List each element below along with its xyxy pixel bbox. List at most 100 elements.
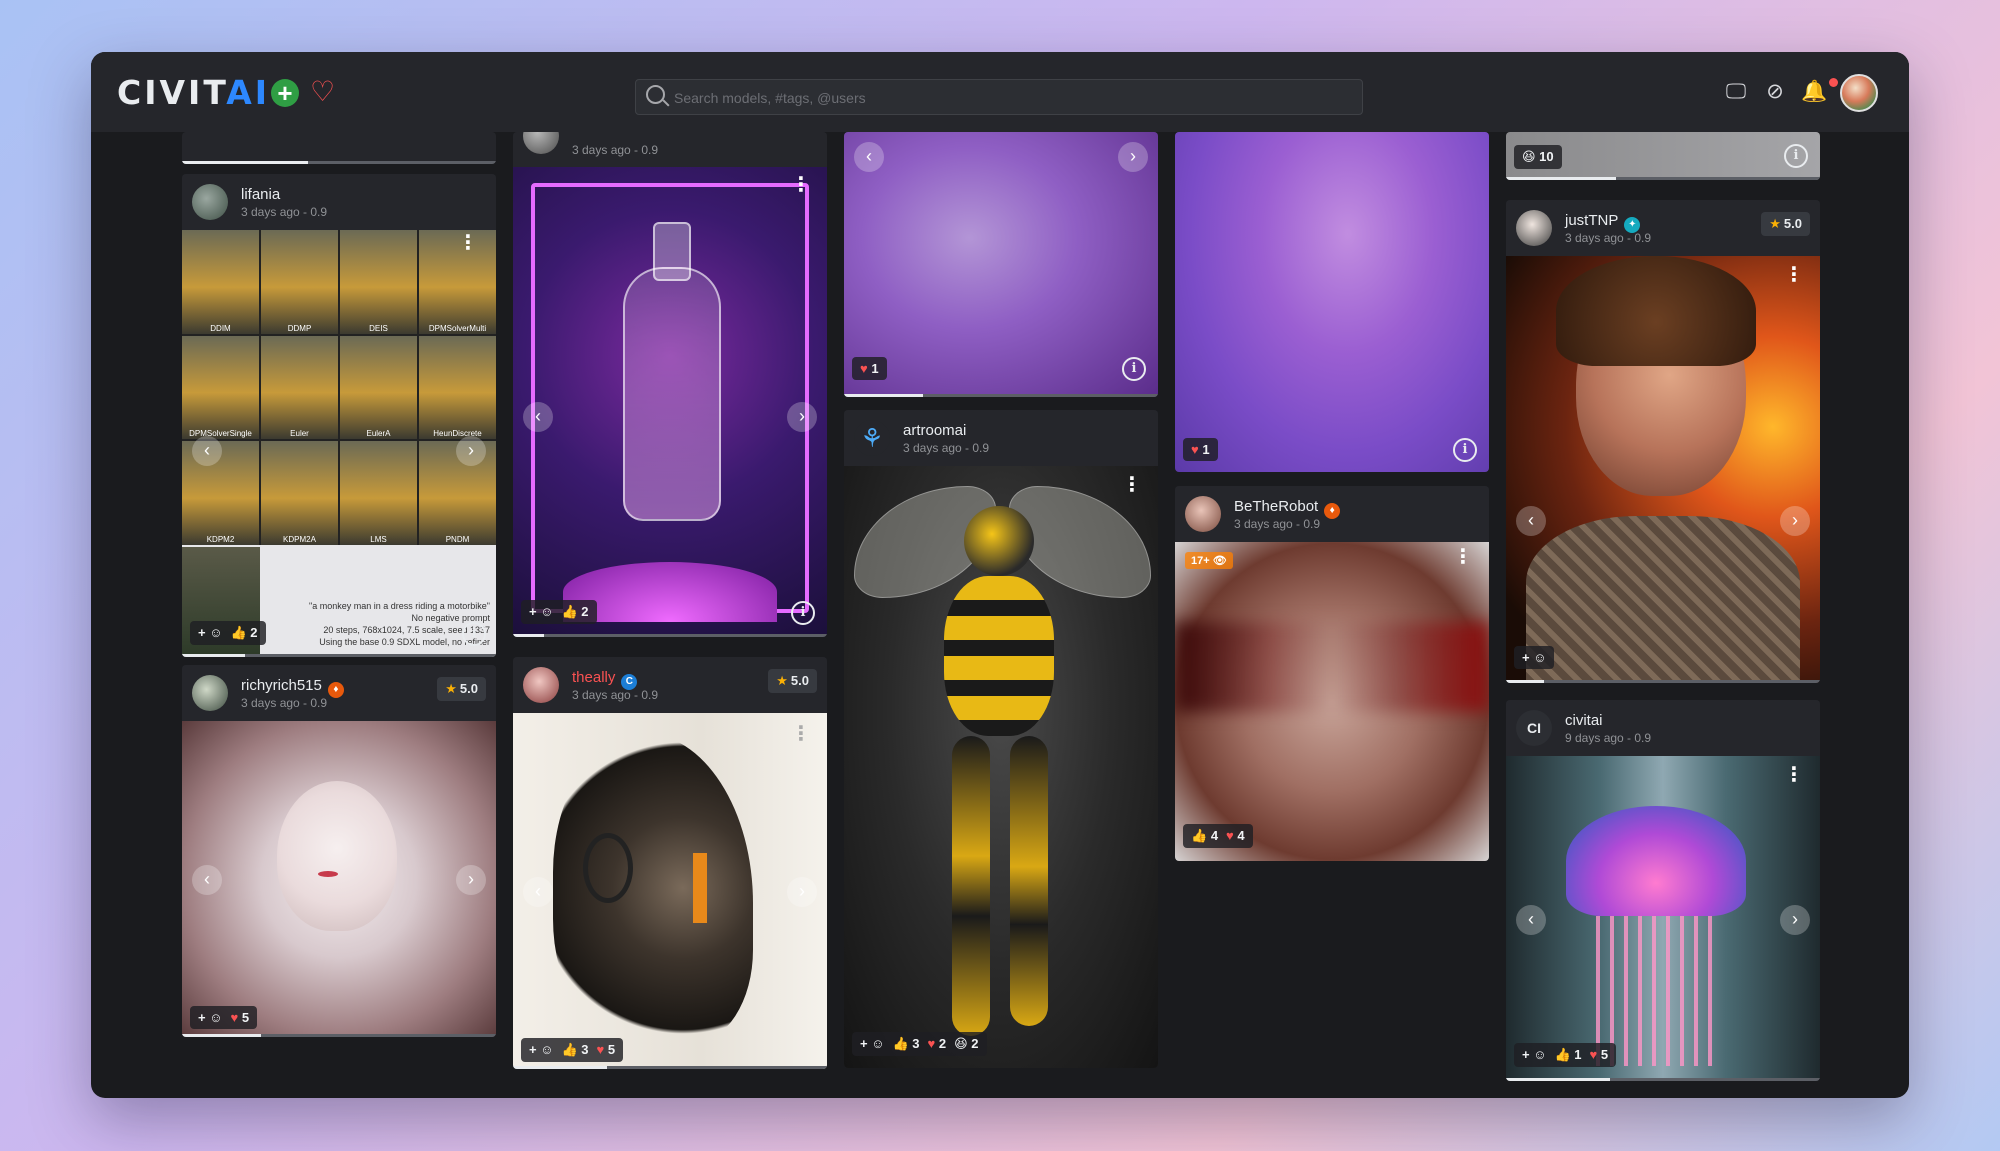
chevron-left-icon[interactable]: ‹ bbox=[523, 402, 553, 432]
image-card-theally[interactable]: theally C 3 days ago - 0.9 ★ 5.0 ‹ › ⋮ + ☺… bbox=[513, 657, 827, 1069]
chevron-right-icon[interactable]: › bbox=[787, 877, 817, 907]
reaction-bar[interactable]: + ☺ 👍 3 ♥ 2 😆 2 bbox=[852, 1032, 987, 1056]
image-card-betherobot[interactable]: BeTheRobot ♦ 3 days ago - 0.9 17+ 👁 ⋮ 👍 4… bbox=[1175, 486, 1489, 861]
username[interactable]: lifania bbox=[241, 186, 280, 203]
reaction-bar[interactable]: + ☺ 👍 2 bbox=[190, 621, 266, 645]
image-card-lifania[interactable]: lifania 3 days ago - 0.9 DDIM DDMP DEIS DPM… bbox=[182, 174, 496, 657]
like-icon[interactable]: 👍 2 bbox=[561, 604, 588, 619]
add-reaction-button[interactable]: + ☺ bbox=[198, 625, 222, 640]
image-card-top5[interactable]: 😆 10 i bbox=[1506, 132, 1820, 180]
chevron-right-icon[interactable]: › bbox=[787, 402, 817, 432]
image-card-richyrich515[interactable]: richyrich515 ♦ 3 days ago - 0.9 ★ 5.0 ‹ › … bbox=[182, 665, 496, 1037]
laugh-icon[interactable]: 😆 10 bbox=[1522, 149, 1554, 164]
username[interactable]: richyrich515 ♦ bbox=[241, 677, 344, 698]
reaction-bar[interactable]: + ☺ ♥ 5 bbox=[190, 1006, 258, 1029]
avatar[interactable] bbox=[523, 667, 559, 703]
artroomai-logo-icon[interactable]: ⚘ bbox=[854, 420, 890, 456]
chevron-right-icon[interactable]: › bbox=[1118, 142, 1148, 172]
add-reaction-button[interactable]: + ☺ bbox=[529, 604, 553, 619]
chevron-left-icon[interactable]: ‹ bbox=[192, 436, 222, 466]
search-bar[interactable] bbox=[635, 79, 1363, 116]
chevron-right-icon[interactable]: › bbox=[1780, 506, 1810, 536]
post-image[interactable] bbox=[513, 713, 827, 1069]
add-reaction-button[interactable]: + ☺ bbox=[529, 1042, 553, 1057]
post-image[interactable] bbox=[513, 167, 827, 637]
chevron-left-icon[interactable]: ‹ bbox=[192, 865, 222, 895]
more-options-icon[interactable]: ⋮ bbox=[791, 175, 811, 195]
reaction-bar[interactable]: 👍 4 ♥ 4 bbox=[1183, 824, 1253, 848]
post-image[interactable] bbox=[182, 721, 496, 1037]
more-options-icon[interactable]: ⋮ bbox=[1784, 265, 1804, 285]
image-card-purple[interactable]: ‹ › ♥ 1 i bbox=[844, 132, 1158, 397]
info-icon[interactable]: i bbox=[1122, 357, 1146, 381]
chevron-left-icon[interactable]: ‹ bbox=[1516, 905, 1546, 935]
civitai-logo[interactable]: CIVITAI bbox=[117, 73, 270, 112]
avatar[interactable] bbox=[1516, 210, 1552, 246]
username[interactable]: theally C bbox=[572, 669, 638, 690]
chevron-left-icon[interactable]: ‹ bbox=[1516, 506, 1546, 536]
heart-reaction-icon[interactable]: ♥ 5 bbox=[1590, 1047, 1609, 1062]
avatar[interactable] bbox=[192, 675, 228, 711]
chevron-right-icon[interactable]: › bbox=[456, 436, 486, 466]
like-icon[interactable]: 👍 1 bbox=[1554, 1047, 1581, 1062]
more-options-icon[interactable]: ⋮ bbox=[458, 233, 478, 253]
chevron-right-icon[interactable]: › bbox=[456, 865, 486, 895]
chevron-left-icon[interactable]: ‹ bbox=[523, 877, 553, 907]
avatar[interactable] bbox=[1185, 496, 1221, 532]
heart-reaction-icon[interactable]: ♥ 2 bbox=[928, 1036, 947, 1051]
info-icon[interactable]: i bbox=[791, 601, 815, 625]
heart-reaction-icon[interactable]: ♥ 1 bbox=[1191, 442, 1210, 457]
more-options-icon[interactable]: ⋮ bbox=[1784, 765, 1804, 785]
username[interactable]: civitai bbox=[1565, 712, 1603, 729]
reaction-bar[interactable]: + ☺ 👍 1 ♥ 5 bbox=[1514, 1043, 1617, 1067]
image-card-bottle[interactable]: 3 days ago - 0.9 ‹ › ⋮ + ☺ 👍 2 i bbox=[513, 132, 827, 637]
add-reaction-button[interactable]: + ☺ bbox=[860, 1036, 884, 1051]
post-image[interactable] bbox=[1506, 256, 1820, 683]
image-card-artroomai[interactable]: ⚘ artroomai 3 days ago - 0.9 ⋮ + ☺ 👍 3 ♥ 2… bbox=[844, 410, 1158, 1068]
image-card-purple2[interactable]: ♥ 1 i bbox=[1175, 132, 1489, 472]
add-reaction-button[interactable]: + ☺ bbox=[198, 1010, 222, 1025]
heart-reaction-icon[interactable]: ♥ 5 bbox=[597, 1042, 616, 1057]
reaction-bar[interactable]: ♥ 1 bbox=[1183, 438, 1218, 461]
laugh-icon[interactable]: 😆 2 bbox=[954, 1036, 978, 1051]
heart-reaction-icon[interactable]: ♥ 1 bbox=[860, 361, 879, 376]
user-avatar[interactable] bbox=[1840, 74, 1878, 112]
nsfw-badge[interactable]: 17+ 👁 bbox=[1185, 552, 1233, 569]
post-image-blurred[interactable] bbox=[1175, 542, 1489, 861]
monitor-icon[interactable]: 🖵 bbox=[1723, 80, 1749, 104]
more-options-icon[interactable]: ⋮ bbox=[1453, 547, 1473, 567]
image-card[interactable] bbox=[182, 132, 496, 164]
like-icon[interactable]: 👍 2 bbox=[230, 625, 257, 640]
chevron-left-icon[interactable]: ‹ bbox=[854, 142, 884, 172]
add-reaction-button[interactable]: + ☺ bbox=[1522, 1047, 1546, 1062]
eye-off-icon[interactable]: ⊘ bbox=[1762, 80, 1788, 104]
post-image[interactable] bbox=[844, 132, 1158, 397]
reaction-bar[interactable]: + ☺ bbox=[1514, 646, 1555, 669]
post-image[interactable]: DDIM DDMP DEIS DPMSolverMulti DPMSolverSingl… bbox=[182, 230, 496, 657]
like-icon[interactable]: 👍 3 bbox=[561, 1042, 588, 1057]
info-icon[interactable]: i bbox=[462, 622, 486, 646]
info-icon[interactable]: i bbox=[1453, 438, 1477, 462]
reaction-bar[interactable]: + ☺ 👍 3 ♥ 5 bbox=[521, 1038, 624, 1062]
post-image[interactable] bbox=[1506, 756, 1820, 1081]
bell-icon[interactable]: 🔔 bbox=[1801, 80, 1827, 104]
avatar[interactable] bbox=[523, 132, 559, 154]
more-options-icon[interactable]: ⋮ bbox=[1122, 475, 1142, 495]
heart-icon[interactable]: ♡ bbox=[310, 77, 335, 107]
username[interactable]: justTNP ✦ bbox=[1565, 212, 1641, 233]
image-card-justtnp[interactable]: justTNP ✦ 3 days ago - 0.9 ★ 5.0 ‹ › ⋮ + ☺ bbox=[1506, 200, 1820, 683]
image-card-civitai[interactable]: CI civitai 9 days ago - 0.9 ‹ › ⋮ + ☺ 👍 1… bbox=[1506, 700, 1820, 1081]
reaction-bar[interactable]: 😆 10 bbox=[1514, 145, 1562, 169]
chevron-right-icon[interactable]: › bbox=[1780, 905, 1810, 935]
avatar[interactable]: CI bbox=[1516, 710, 1552, 746]
heart-reaction-icon[interactable]: ♥ 5 bbox=[230, 1010, 249, 1025]
add-reaction-button[interactable]: + ☺ bbox=[1522, 650, 1546, 665]
like-icon[interactable]: 👍 4 bbox=[1191, 828, 1218, 843]
like-icon[interactable]: 👍 3 bbox=[892, 1036, 919, 1051]
post-image[interactable] bbox=[1175, 132, 1489, 472]
username[interactable]: artroomai bbox=[903, 422, 966, 439]
avatar[interactable] bbox=[192, 184, 228, 220]
reaction-bar[interactable]: + ☺ 👍 2 bbox=[521, 600, 597, 624]
username[interactable]: BeTheRobot ♦ bbox=[1234, 498, 1341, 519]
plus-circle-icon[interactable]: + bbox=[271, 79, 299, 107]
